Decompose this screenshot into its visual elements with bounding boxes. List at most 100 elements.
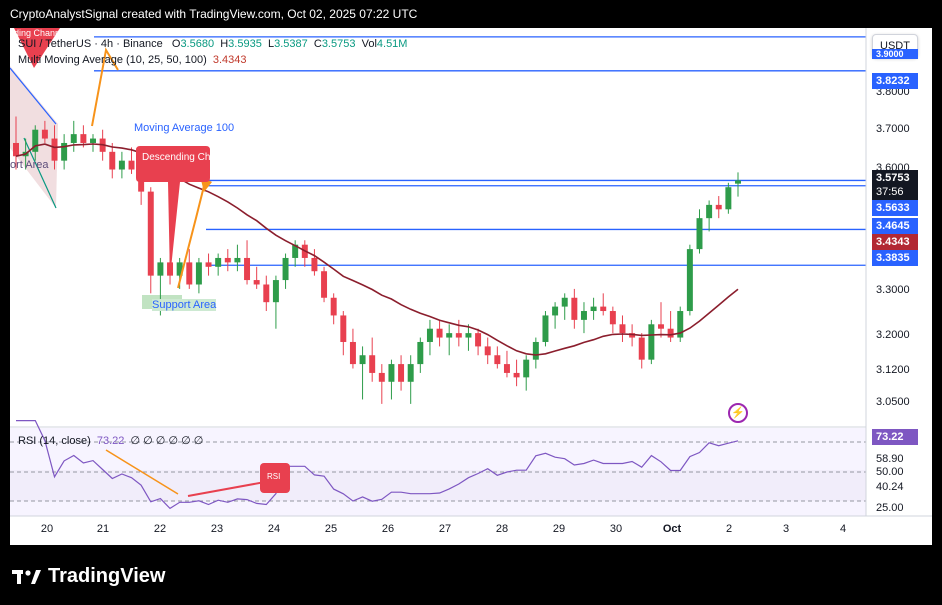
candle-body bbox=[321, 271, 328, 298]
lightning-icon[interactable]: ⚡ bbox=[728, 403, 748, 423]
candle-body bbox=[13, 142, 19, 157]
candle-body bbox=[253, 280, 260, 285]
candle-body bbox=[340, 315, 347, 342]
chart-legend: SUI / TetherUS · 4h · Binance O3.5680 H3… bbox=[18, 36, 407, 68]
level-tag-r1: 3.8232 bbox=[872, 73, 918, 89]
candle-body bbox=[215, 257, 222, 267]
rsi-axis-label: 25.00 bbox=[876, 502, 904, 514]
rsi-label[interactable]: RSI (14, close) bbox=[18, 435, 91, 447]
candle-body bbox=[436, 328, 443, 338]
support-area-label: Support Area bbox=[152, 299, 217, 311]
candle-body bbox=[186, 262, 193, 285]
candle-body bbox=[378, 372, 385, 382]
candle-body bbox=[667, 328, 674, 338]
time-axis-label: 23 bbox=[210, 523, 224, 535]
candle-body bbox=[706, 204, 713, 219]
candle-body bbox=[80, 134, 87, 143]
candle-body bbox=[600, 306, 607, 312]
ma-value: 3.4343 bbox=[212, 54, 247, 66]
candle-body bbox=[311, 257, 318, 272]
tradingview-brand[interactable]: TradingView bbox=[12, 562, 165, 590]
candle-body bbox=[715, 204, 722, 210]
level-tag-s3: 3.3835 bbox=[872, 250, 918, 266]
candle-body bbox=[407, 364, 414, 382]
candle-body bbox=[696, 218, 703, 250]
rsi-tag-label: RSI bbox=[267, 472, 281, 481]
price-chart-svg[interactable] bbox=[10, 28, 932, 545]
candle-body bbox=[398, 364, 405, 382]
price-axis-label: 3.3000 bbox=[876, 284, 910, 296]
candle-body bbox=[272, 280, 279, 303]
candle-body bbox=[70, 134, 77, 143]
candle-body bbox=[109, 151, 116, 170]
close-label: C bbox=[313, 38, 322, 50]
time-axis-label: 24 bbox=[267, 523, 281, 535]
chart-frame[interactable]: SUI / TetherUS · 4h · Binance O3.5680 H3… bbox=[10, 28, 932, 545]
candle-body bbox=[513, 372, 520, 378]
candle-body bbox=[619, 324, 626, 334]
rsi-axis-label: 50.00 bbox=[876, 466, 904, 478]
time-axis-label: 25 bbox=[324, 523, 338, 535]
candle-body bbox=[542, 315, 549, 342]
tradingview-logo-icon bbox=[12, 569, 41, 584]
time-axis-label: 21 bbox=[96, 523, 110, 535]
candle-body bbox=[580, 311, 587, 320]
brand-name: TradingView bbox=[48, 565, 166, 587]
price-axis-label: 3.2000 bbox=[876, 329, 910, 341]
candle-body bbox=[503, 364, 510, 373]
time-axis-label: 26 bbox=[381, 523, 395, 535]
header-bar: CryptoAnalystSignal created with Trading… bbox=[0, 0, 942, 28]
high-value: 3.5935 bbox=[228, 38, 262, 50]
candle-body bbox=[417, 341, 424, 365]
main-pane bbox=[10, 28, 866, 426]
volume-label: Vol bbox=[361, 38, 377, 50]
price-axis-label: 3.7000 bbox=[876, 123, 910, 135]
candle-body bbox=[484, 346, 491, 356]
candle-body bbox=[609, 311, 616, 325]
low-value: 3.5387 bbox=[274, 38, 308, 50]
candle-body bbox=[263, 284, 270, 303]
candle-body bbox=[552, 306, 559, 316]
candle-body bbox=[455, 333, 462, 338]
time-axis-label: Oct bbox=[662, 523, 682, 535]
ma100-annotation: Moving Average 100 bbox=[134, 122, 235, 134]
time-axis-label: 20 bbox=[40, 523, 54, 535]
high-label: H bbox=[220, 38, 229, 50]
candle-body bbox=[638, 337, 645, 360]
ohlc-row: SUI / TetherUS · 4h · Binance O3.5680 H3… bbox=[18, 36, 407, 52]
candle-body bbox=[157, 262, 164, 276]
candle-body bbox=[658, 324, 664, 329]
support-area-left-label: ort Area bbox=[10, 159, 49, 171]
candle-body bbox=[523, 359, 530, 378]
time-axis-label: 29 bbox=[552, 523, 566, 535]
rsi-placeholders: ∅ ∅ ∅ ∅ ∅ ∅ bbox=[130, 435, 204, 447]
ma-row: Multi Moving Average (10, 25, 50, 100) 3… bbox=[18, 52, 407, 68]
time-axis-label: 3 bbox=[782, 523, 790, 535]
candle-body bbox=[465, 333, 472, 338]
price-axis-label: 3.1200 bbox=[876, 364, 910, 376]
ma-label[interactable]: Multi Moving Average (10, 25, 50, 100) bbox=[18, 54, 207, 66]
rsi-band bbox=[10, 470, 866, 501]
candle-body bbox=[359, 355, 366, 365]
rsi-legend: RSI (14, close) 73.22 ∅ ∅ ∅ ∅ ∅ ∅ bbox=[18, 434, 203, 447]
candle-body bbox=[147, 191, 154, 276]
rsi-axis-label: 40.24 bbox=[876, 481, 904, 493]
symbol-label[interactable]: SUI / TetherUS · 4h · Binance bbox=[18, 38, 163, 50]
candle-body bbox=[205, 262, 212, 267]
time-axis-label: 22 bbox=[153, 523, 167, 535]
candle-body bbox=[446, 333, 453, 338]
candle-body bbox=[561, 297, 568, 307]
candle-body bbox=[118, 160, 125, 170]
candle-body bbox=[571, 297, 578, 320]
candle-body bbox=[494, 355, 501, 365]
candle-body bbox=[426, 328, 433, 342]
candle-body bbox=[590, 306, 597, 312]
level-tag-top: 3.9000 bbox=[872, 49, 918, 59]
header-text: CryptoAnalystSignal created with Trading… bbox=[10, 7, 418, 21]
rsi-value-tag: 73.22 bbox=[872, 429, 918, 445]
candle-body bbox=[648, 324, 655, 360]
candle-body bbox=[90, 138, 96, 143]
candle-body bbox=[282, 257, 289, 281]
time-axis-label: 2 bbox=[725, 523, 733, 535]
candle-body bbox=[41, 129, 48, 139]
